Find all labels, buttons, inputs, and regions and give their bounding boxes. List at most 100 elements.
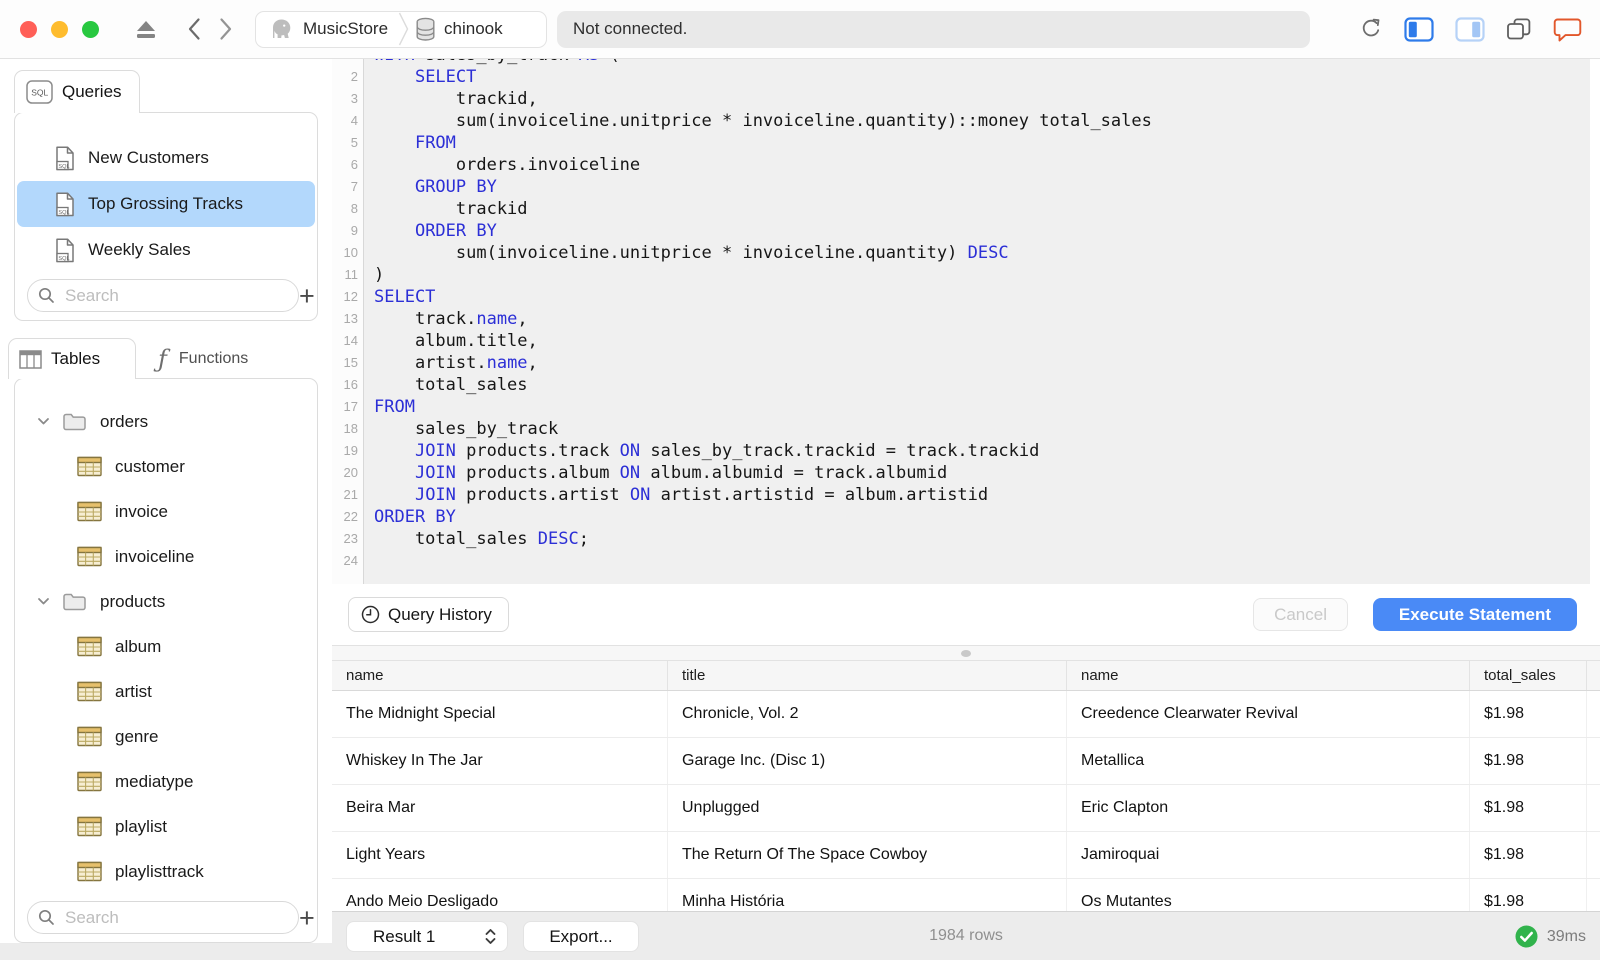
close-button[interactable] [20,20,37,38]
table-cell[interactable]: Whiskey In The Jar [332,738,668,784]
code-line[interactable]: FROM [374,132,1588,154]
execute-statement-button[interactable]: Execute Statement [1372,598,1577,631]
table-item-mediatype[interactable]: mediatype [15,759,317,804]
table-cell[interactable]: Os Mutantes [1067,879,1470,911]
code-line[interactable]: trackid, [374,88,1588,110]
code-line[interactable]: sales_by_track [374,418,1588,440]
table-cell[interactable]: Light Years [332,832,668,878]
code-line[interactable]: FROM [374,396,1588,418]
table-item-playlist[interactable]: playlist [15,804,317,849]
column-header[interactable]: total_sales [1470,661,1587,690]
forward-button[interactable] [219,17,233,41]
sql-code[interactable]: WITH sales_by_track AS ( SELECT trackid,… [374,58,1588,572]
code-line[interactable]: sum(invoiceline.unitprice * invoiceline.… [374,110,1588,132]
code-line[interactable]: ORDER BY [374,506,1588,528]
code-line[interactable]: ) [374,264,1588,286]
table-cell[interactable]: Garage Inc. (Disc 1) [668,738,1067,784]
queries-search-input[interactable] [63,284,288,307]
table-cell[interactable]: $1.98 [1470,832,1587,878]
queries-search-field[interactable] [27,279,299,312]
schema-folder-products[interactable]: products [15,579,317,624]
tab-queries[interactable]: SQL Queries [14,70,140,113]
table-item-playlisttrack[interactable]: playlisttrack [15,849,317,894]
breadcrumb[interactable]: MusicStore chinook [255,10,547,48]
duplicate-window-icon[interactable] [1506,17,1532,41]
code-line[interactable]: JOIN products.album ON album.albumid = t… [374,462,1588,484]
eject-icon[interactable] [135,19,157,39]
code-line[interactable]: SELECT [374,286,1588,308]
column-header[interactable]: title [668,661,1067,690]
column-header[interactable]: name [332,661,668,690]
table-cell[interactable]: $1.98 [1470,879,1587,911]
table-row[interactable]: Beira Mar Unplugged Eric Clapton $1.98 [332,785,1600,832]
feedback-bubble-icon[interactable] [1553,16,1582,43]
panel-left-icon[interactable] [1404,16,1434,42]
table-cell[interactable]: The Midnight Special [332,691,668,737]
table-item-customer[interactable]: customer [15,444,317,489]
code-line[interactable]: orders.invoiceline [374,154,1588,176]
table-cell[interactable]: The Return Of The Space Cowboy [668,832,1067,878]
table-item-invoiceline[interactable]: invoiceline [15,534,317,579]
code-line[interactable]: sum(invoiceline.unitprice * invoiceline.… [374,242,1588,264]
table-item-artist[interactable]: artist [15,669,317,714]
splitter-handle-icon[interactable] [961,650,971,657]
pane-splitter[interactable] [332,645,1600,661]
breadcrumb-server[interactable]: MusicStore [303,19,388,39]
query-list-item[interactable]: SQL Weekly Sales [17,227,315,273]
table-cell[interactable]: Eric Clapton [1067,785,1470,831]
sql-editor[interactable]: 123456789101112131415161718192021222324 … [332,58,1600,584]
query-list-item[interactable]: SQL New Customers [17,135,315,181]
code-line[interactable] [374,550,1588,572]
query-history-button[interactable]: Query History [348,597,509,632]
code-line[interactable]: JOIN products.artist ON artist.artistid … [374,484,1588,506]
add-query-button[interactable]: + [299,281,315,311]
code-line[interactable]: album.title, [374,330,1588,352]
code-line[interactable]: WITH sales_by_track AS ( [374,58,1588,66]
code-line[interactable]: artist.name, [374,352,1588,374]
add-table-button[interactable]: + [299,903,315,933]
code-line[interactable]: total_sales [374,374,1588,396]
table-item-genre[interactable]: genre [15,714,317,759]
tables-search-field[interactable] [27,901,299,934]
tab-functions[interactable]: ƒ Functions [136,338,298,379]
table-item-album[interactable]: album [15,624,317,669]
minimize-button[interactable] [51,20,68,38]
code-line[interactable]: SELECT [374,66,1588,88]
table-row[interactable]: Ando Meio Desligado Minha História Os Muta… [332,879,1600,911]
chevron-down-icon[interactable] [37,417,50,426]
export-button[interactable]: Export... [523,921,639,952]
query-list-item[interactable]: SQL Top Grossing Tracks [17,181,315,227]
table-cell[interactable]: $1.98 [1470,691,1587,737]
panel-right-icon[interactable] [1455,16,1485,42]
table-cell[interactable]: $1.98 [1470,785,1587,831]
table-cell[interactable]: Beira Mar [332,785,668,831]
table-row[interactable]: Light Years The Return Of The Space Cowbo… [332,832,1600,879]
table-row[interactable]: The Midnight Special Chronicle, Vol. 2 Cre… [332,691,1600,738]
code-line[interactable]: track.name, [374,308,1588,330]
table-cell[interactable]: Metallica [1067,738,1470,784]
chevron-down-icon[interactable] [37,597,50,606]
table-row[interactable]: Whiskey In The Jar Garage Inc. (Disc 1) Me… [332,738,1600,785]
table-cell[interactable]: Unplugged [668,785,1067,831]
tab-tables[interactable]: Tables [8,338,136,379]
table-cell[interactable]: $1.98 [1470,738,1587,784]
table-cell[interactable]: Minha História [668,879,1067,911]
table-cell[interactable]: Jamiroquai [1067,832,1470,878]
column-header[interactable]: name [1067,661,1470,690]
table-cell[interactable]: Creedence Clearwater Revival [1067,691,1470,737]
table-item-invoice[interactable]: invoice [15,489,317,534]
schema-folder-orders[interactable]: orders [15,399,317,444]
result-selector[interactable]: Result 1 [346,921,508,952]
code-line[interactable]: JOIN products.track ON sales_by_track.tr… [374,440,1588,462]
code-line[interactable]: ORDER BY [374,220,1588,242]
refresh-icon[interactable] [1359,17,1383,41]
table-cell[interactable]: Ando Meio Desligado [332,879,668,911]
tables-search-input[interactable] [63,906,288,929]
cancel-button[interactable]: Cancel [1253,598,1348,631]
breadcrumb-database[interactable]: chinook [444,19,503,39]
code-line[interactable]: total_sales DESC; [374,528,1588,550]
table-cell[interactable]: Chronicle, Vol. 2 [668,691,1067,737]
code-line[interactable]: trackid [374,198,1588,220]
back-button[interactable] [187,17,201,41]
zoom-button[interactable] [82,20,99,38]
